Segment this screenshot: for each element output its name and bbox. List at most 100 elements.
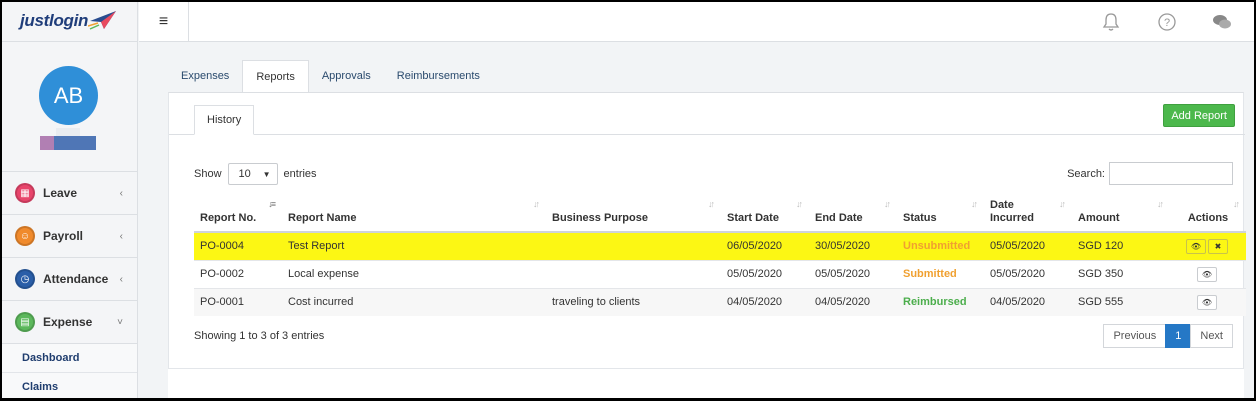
cell-end-date: 04/05/2020 [809,287,897,316]
svg-text:?: ? [1164,17,1170,29]
length-menu: Show 10 ▼ entries [194,163,317,185]
view-icon[interactable]: 👁 [1197,266,1217,282]
menu-icon[interactable]: ≡ [139,2,189,42]
entries-label: entries [283,168,317,180]
page-1-button[interactable]: 1 [1165,324,1192,348]
sidebar-item-payroll[interactable]: ☺ Payroll ‹ [2,215,137,258]
table-row[interactable]: PO-0002 Local expense 05/05/2020 05/05/2… [194,259,1246,288]
cell-report-no: PO-0004 [194,231,282,260]
col-header-report-no[interactable]: Report No. ↓≡ [194,198,282,233]
col-header-date-incurred[interactable]: Date Incurred ↓↑ [984,198,1072,233]
paper-plane-icon [88,11,116,30]
search-input[interactable] [1109,162,1233,185]
table-info: Showing 1 to 3 of 3 entries [194,330,325,342]
col-header-report-name[interactable]: Report Name ↓↑ [282,198,546,233]
sidebar: justlogin AB ▦ Leave ‹ ☺ Payroll ‹ ◷ Att… [2,2,138,398]
avatar[interactable]: AB [39,66,98,125]
cell-date-incurred: 04/05/2020 [984,287,1072,316]
cell-start-date: 05/05/2020 [721,259,809,288]
view-icon[interactable]: 👁 [1197,294,1217,310]
reports-table: Report No. ↓≡ Report Name ↓↑ Business Purp… [194,198,1246,316]
col-header-end-date[interactable]: End Date ↓↑ [809,198,897,233]
sidebar-item-label: Leave [43,186,78,200]
col-header-amount[interactable]: Amount ↓↑ [1072,198,1170,233]
cell-status: Unsubmitted [897,231,984,260]
cell-end-date: 30/05/2020 [809,231,897,260]
tab-history[interactable]: History [194,105,255,135]
sidebar-subitem-claims[interactable]: Claims [2,373,137,398]
tab-approvals[interactable]: Approvals [309,60,384,92]
cell-amount: SGD 555 [1072,287,1170,316]
cell-end-date: 05/05/2020 [809,259,897,288]
sidebar-subitem-dashboard[interactable]: Dashboard [2,344,137,373]
logo-text: justlogin [20,11,89,30]
next-page-button[interactable]: Next [1190,324,1233,348]
sort-icon: ↓↑ [1157,199,1164,209]
sort-icon: ↓↑ [708,199,715,209]
sort-icon: ↓↑ [884,199,891,209]
search-row: Search: [1067,162,1233,185]
main-content: Expenses Reports Approvals Reimbursement… [168,60,1246,370]
entries-select-value: 10 [238,168,251,180]
sort-icon: ↓↑ [1059,199,1066,209]
cell-report-no: PO-0001 [194,287,282,316]
col-header-status[interactable]: Status ↓↑ [897,198,984,233]
user-name-redacted-top [56,128,80,136]
search-label: Search: [1067,167,1105,180]
tab-reports[interactable]: Reports [242,60,309,92]
pagination: Previous 1 Next [1103,324,1233,348]
logo[interactable]: justlogin [2,2,137,42]
sidebar-item-leave[interactable]: ▦ Leave ‹ [2,172,137,215]
tab-reimbursements[interactable]: Reimbursements [384,60,493,92]
sort-desc-icon: ↓≡ [268,199,276,209]
help-icon[interactable]: ? [1156,11,1178,33]
top-bar: ≡ ? [139,2,1254,42]
cell-date-incurred: 05/05/2020 [984,231,1072,260]
sort-icon: ↓↑ [796,199,803,209]
sidebar-item-attendance[interactable]: ◷ Attendance ‹ [2,258,137,301]
chevron-left-icon: ‹ [119,187,123,199]
table-row[interactable]: PO-0001 Cost incurred traveling to clien… [194,287,1246,316]
chevron-left-icon: ‹ [119,273,123,285]
cell-amount: SGD 120 [1072,231,1170,260]
col-header-start-date[interactable]: Start Date ↓↑ [721,198,809,233]
tab-bar: Expenses Reports Approvals Reimbursement… [168,60,1244,92]
cell-business-purpose [546,259,721,288]
cell-start-date: 04/05/2020 [721,287,809,316]
payroll-icon: ☺ [15,226,35,246]
cell-start-date: 06/05/2020 [721,231,809,260]
reports-panel: History Add Report Show 10 ▼ entries Sea… [168,92,1246,370]
expense-icon: ▤ [15,312,35,332]
sort-icon: ↓↑ [971,199,978,209]
cell-actions: 👁 [1170,287,1246,316]
leave-icon: ▦ [15,183,35,203]
table-header-row: Report No. ↓≡ Report Name ↓↑ Business Purp… [194,198,1246,233]
user-profile: AB [2,42,137,172]
subtab-row: History Add Report [169,93,1245,135]
tab-expenses[interactable]: Expenses [168,60,242,92]
previous-page-button[interactable]: Previous [1103,324,1167,348]
cell-report-name: Local expense [282,259,546,288]
cell-date-incurred: 05/05/2020 [984,259,1072,288]
bell-icon[interactable] [1100,11,1122,33]
col-header-actions: Actions ↓↑ [1170,198,1246,233]
sidebar-item-label: Attendance [43,272,109,286]
entries-select[interactable]: 10 ▼ [227,163,278,185]
add-report-button[interactable]: Add Report [1163,104,1235,127]
cell-report-name: Test Report [282,231,546,260]
cell-status: Reimbursed [897,287,984,316]
col-header-business-purpose[interactable]: Business Purpose ↓↑ [546,198,721,233]
view-icon[interactable]: 👁 [1186,238,1206,254]
cell-report-no: PO-0002 [194,259,282,288]
cell-business-purpose: traveling to clients [546,287,721,316]
close-icon[interactable]: ✖ [1208,238,1228,254]
cell-status: Submitted [897,259,984,288]
chat-icon[interactable] [1211,11,1233,33]
app-frame: justlogin AB ▦ Leave ‹ ☺ Payroll ‹ ◷ Att… [2,2,1254,398]
sidebar-item-label: Payroll [43,229,84,243]
table-row[interactable]: PO-0004 Test Report 06/05/2020 30/05/202… [194,231,1246,260]
sidebar-item-expense[interactable]: ▤ Expense ˅ [2,301,137,344]
cell-business-purpose [546,231,721,260]
chevron-down-icon: ˅ [117,316,123,328]
caret-down-icon: ▼ [262,169,271,179]
